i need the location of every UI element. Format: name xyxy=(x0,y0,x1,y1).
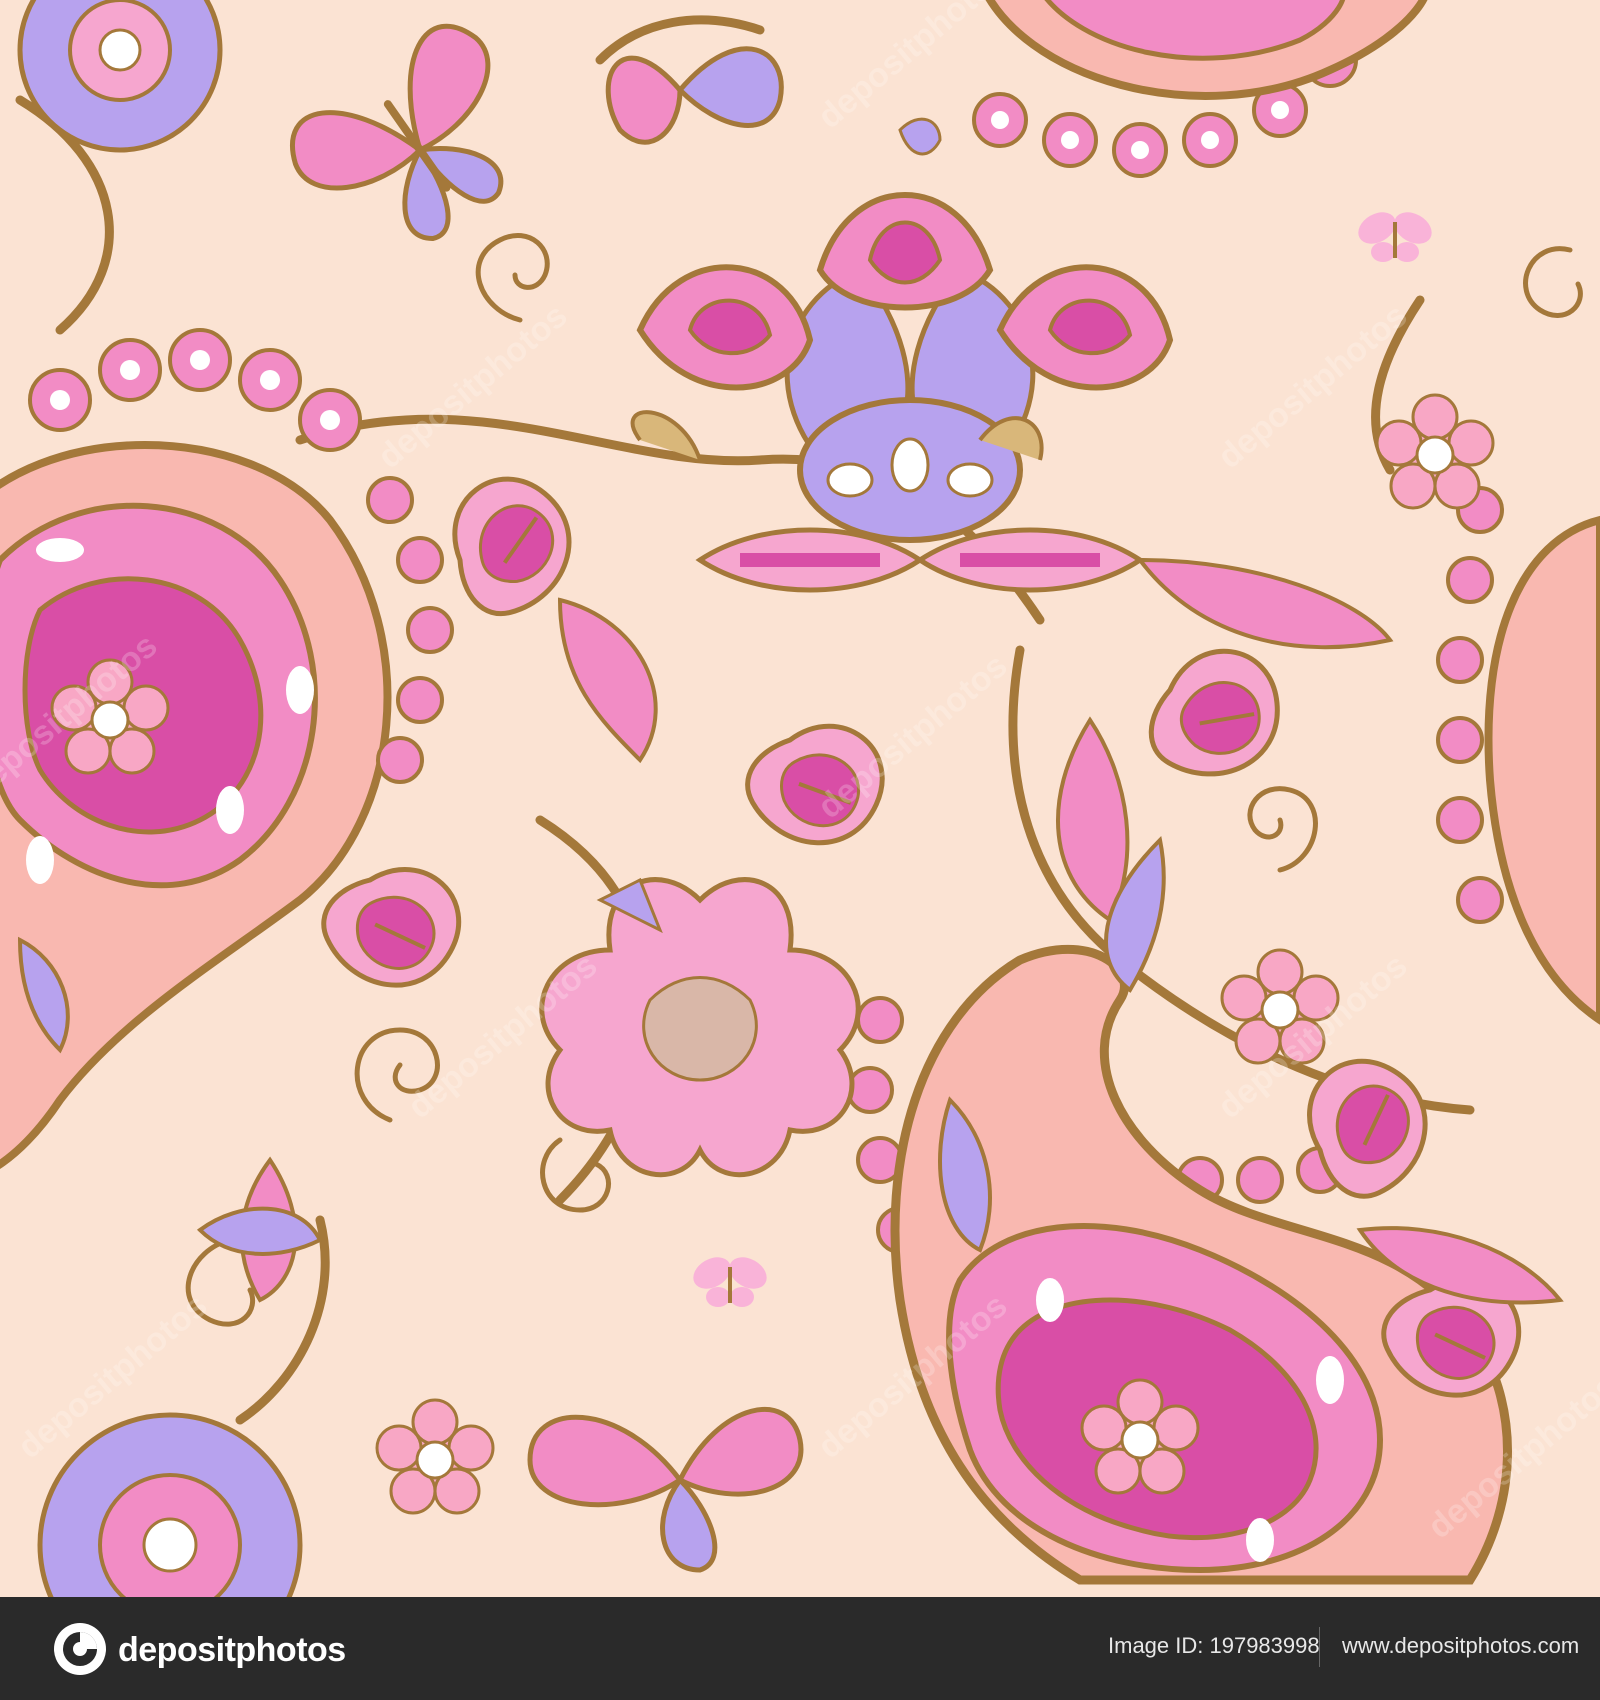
logo-text: depositphotos xyxy=(118,1631,346,1669)
camera-aperture-icon xyxy=(54,1623,106,1675)
site-url-link[interactable]: www.depositphotos.com xyxy=(1342,1633,1579,1659)
paisley-pattern-artwork: depositphotos depositphotos depositphoto… xyxy=(0,0,1600,1597)
stock-image-page: depositphotos depositphotos depositphoto… xyxy=(0,0,1600,1700)
depositphotos-logo[interactable]: depositphotos xyxy=(52,1623,352,1675)
image-id-label: Image ID: 197983998 xyxy=(1108,1633,1320,1658)
stock-footer-bar: depositphotos Image ID: 197983998 www.de… xyxy=(0,1597,1600,1700)
footer-divider xyxy=(1319,1627,1320,1667)
